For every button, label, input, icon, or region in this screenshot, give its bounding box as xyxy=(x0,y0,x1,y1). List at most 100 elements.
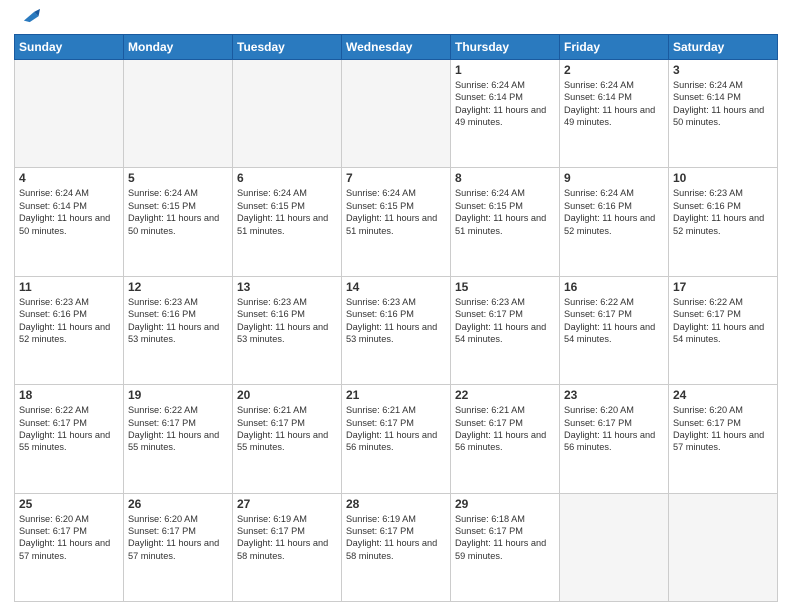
col-header-saturday: Saturday xyxy=(669,35,778,60)
day-number: 25 xyxy=(19,497,119,511)
day-cell: 26Sunrise: 6:20 AM Sunset: 6:17 PM Dayli… xyxy=(124,493,233,601)
page: SundayMondayTuesdayWednesdayThursdayFrid… xyxy=(0,0,792,612)
day-info: Sunrise: 6:22 AM Sunset: 6:17 PM Dayligh… xyxy=(128,404,228,454)
logo xyxy=(14,14,40,28)
day-number: 10 xyxy=(673,171,773,185)
day-cell: 23 Sunrise: 6:20 AM Sunset: 6:17 PM Dayli… xyxy=(560,385,669,493)
day-info: Sunrise: 6:24 AM Sunset: 6:15 PM Dayligh… xyxy=(237,187,337,237)
day-info: Sunrise: 6:23 AM Sunset: 6:16 PM Dayligh… xyxy=(128,296,228,346)
day-info: Sunrise: 6:18 AM Sunset: 6:17 PM Dayligh… xyxy=(455,513,555,563)
day-cell: 6 Sunrise: 6:24 AM Sunset: 6:15 PM Daylig… xyxy=(233,168,342,276)
day-number: 5 xyxy=(128,171,228,185)
day-cell: 22 Sunrise: 6:21 AM Sunset: 6:17 PM Dayli… xyxy=(451,385,560,493)
day-number: 8 xyxy=(455,171,555,185)
day-number: 22 xyxy=(455,388,555,402)
day-cell: 29 Sunrise: 6:18 AM Sunset: 6:17 PM Dayli… xyxy=(451,493,560,601)
day-number: 1 xyxy=(455,63,555,77)
day-cell: 27Sunrise: 6:19 AM Sunset: 6:17 PM Dayli… xyxy=(233,493,342,601)
day-info: Sunrise: 6:24 AM Sunset: 6:15 PM Dayligh… xyxy=(128,187,228,237)
day-cell: 15 Sunrise: 6:23 AM Sunset: 6:17 PM Dayli… xyxy=(451,276,560,384)
day-number: 24 xyxy=(673,388,773,402)
day-cell: 18Sunrise: 6:22 AM Sunset: 6:17 PM Dayli… xyxy=(15,385,124,493)
day-info: Sunrise: 6:24 AM Sunset: 6:14 PM Dayligh… xyxy=(455,79,555,129)
day-cell: 13 Sunrise: 6:23 AM Sunset: 6:16 PM Dayli… xyxy=(233,276,342,384)
day-number: 6 xyxy=(237,171,337,185)
week-row-5: 25 Sunrise: 6:20 AM Sunset: 6:17 PM Dayli… xyxy=(15,493,778,601)
day-cell xyxy=(15,60,124,168)
col-header-monday: Monday xyxy=(124,35,233,60)
day-info: Sunrise: 6:20 AM Sunset: 6:17 PM Dayligh… xyxy=(564,404,664,454)
day-info: Sunrise: 6:24 AM Sunset: 6:14 PM Dayligh… xyxy=(673,79,773,129)
day-number: 4 xyxy=(19,171,119,185)
day-info: Sunrise: 6:22 AM Sunset: 6:17 PM Dayligh… xyxy=(673,296,773,346)
day-number: 13 xyxy=(237,280,337,294)
day-number: 16 xyxy=(564,280,664,294)
col-header-thursday: Thursday xyxy=(451,35,560,60)
day-cell xyxy=(560,493,669,601)
day-cell: 7 Sunrise: 6:24 AM Sunset: 6:15 PM Daylig… xyxy=(342,168,451,276)
day-number: 9 xyxy=(564,171,664,185)
day-number: 29 xyxy=(455,497,555,511)
day-cell: 1 Sunrise: 6:24 AM Sunset: 6:14 PM Daylig… xyxy=(451,60,560,168)
day-number: 14 xyxy=(346,280,446,294)
day-info: Sunrise: 6:24 AM Sunset: 6:15 PM Dayligh… xyxy=(455,187,555,237)
day-cell: 11Sunrise: 6:23 AM Sunset: 6:16 PM Dayli… xyxy=(15,276,124,384)
day-info: Sunrise: 6:20 AM Sunset: 6:17 PM Dayligh… xyxy=(19,513,119,563)
day-number: 19 xyxy=(128,388,228,402)
day-info: Sunrise: 6:24 AM Sunset: 6:16 PM Dayligh… xyxy=(564,187,664,237)
day-cell: 4 Sunrise: 6:24 AM Sunset: 6:14 PM Daylig… xyxy=(15,168,124,276)
day-info: Sunrise: 6:23 AM Sunset: 6:16 PM Dayligh… xyxy=(237,296,337,346)
day-cell: 5 Sunrise: 6:24 AM Sunset: 6:15 PM Daylig… xyxy=(124,168,233,276)
day-info: Sunrise: 6:23 AM Sunset: 6:16 PM Dayligh… xyxy=(346,296,446,346)
day-cell: 14 Sunrise: 6:23 AM Sunset: 6:16 PM Dayli… xyxy=(342,276,451,384)
day-cell: 9 Sunrise: 6:24 AM Sunset: 6:16 PM Daylig… xyxy=(560,168,669,276)
day-number: 3 xyxy=(673,63,773,77)
day-cell: 12 Sunrise: 6:23 AM Sunset: 6:16 PM Dayli… xyxy=(124,276,233,384)
day-cell: 25 Sunrise: 6:20 AM Sunset: 6:17 PM Dayli… xyxy=(15,493,124,601)
day-info: Sunrise: 6:22 AM Sunset: 6:17 PM Dayligh… xyxy=(19,404,119,454)
col-header-friday: Friday xyxy=(560,35,669,60)
week-row-3: 11Sunrise: 6:23 AM Sunset: 6:16 PM Dayli… xyxy=(15,276,778,384)
day-info: Sunrise: 6:23 AM Sunset: 6:16 PM Dayligh… xyxy=(673,187,773,237)
day-cell: 17 Sunrise: 6:22 AM Sunset: 6:17 PM Dayli… xyxy=(669,276,778,384)
logo-bird-icon xyxy=(18,6,40,28)
col-header-tuesday: Tuesday xyxy=(233,35,342,60)
day-number: 7 xyxy=(346,171,446,185)
day-cell xyxy=(342,60,451,168)
col-header-sunday: Sunday xyxy=(15,35,124,60)
day-number: 21 xyxy=(346,388,446,402)
day-cell: 16Sunrise: 6:22 AM Sunset: 6:17 PM Dayli… xyxy=(560,276,669,384)
day-number: 15 xyxy=(455,280,555,294)
week-row-2: 4 Sunrise: 6:24 AM Sunset: 6:14 PM Daylig… xyxy=(15,168,778,276)
day-info: Sunrise: 6:21 AM Sunset: 6:17 PM Dayligh… xyxy=(346,404,446,454)
day-number: 17 xyxy=(673,280,773,294)
day-info: Sunrise: 6:20 AM Sunset: 6:17 PM Dayligh… xyxy=(673,404,773,454)
day-info: Sunrise: 6:23 AM Sunset: 6:17 PM Dayligh… xyxy=(455,296,555,346)
day-info: Sunrise: 6:20 AM Sunset: 6:17 PM Dayligh… xyxy=(128,513,228,563)
week-row-4: 18Sunrise: 6:22 AM Sunset: 6:17 PM Dayli… xyxy=(15,385,778,493)
day-cell: 8 Sunrise: 6:24 AM Sunset: 6:15 PM Daylig… xyxy=(451,168,560,276)
day-number: 20 xyxy=(237,388,337,402)
day-cell: 2Sunrise: 6:24 AM Sunset: 6:14 PM Daylig… xyxy=(560,60,669,168)
col-header-wednesday: Wednesday xyxy=(342,35,451,60)
day-number: 23 xyxy=(564,388,664,402)
day-cell: 10 Sunrise: 6:23 AM Sunset: 6:16 PM Dayli… xyxy=(669,168,778,276)
day-cell: 20 Sunrise: 6:21 AM Sunset: 6:17 PM Dayli… xyxy=(233,385,342,493)
day-info: Sunrise: 6:23 AM Sunset: 6:16 PM Dayligh… xyxy=(19,296,119,346)
day-number: 27 xyxy=(237,497,337,511)
day-cell xyxy=(233,60,342,168)
day-cell: 24 Sunrise: 6:20 AM Sunset: 6:17 PM Dayli… xyxy=(669,385,778,493)
day-number: 28 xyxy=(346,497,446,511)
day-info: Sunrise: 6:21 AM Sunset: 6:17 PM Dayligh… xyxy=(237,404,337,454)
day-cell: 21 Sunrise: 6:21 AM Sunset: 6:17 PM Dayli… xyxy=(342,385,451,493)
day-info: Sunrise: 6:21 AM Sunset: 6:17 PM Dayligh… xyxy=(455,404,555,454)
day-cell xyxy=(124,60,233,168)
day-cell: 28Sunrise: 6:19 AM Sunset: 6:17 PM Dayli… xyxy=(342,493,451,601)
day-number: 12 xyxy=(128,280,228,294)
calendar-table: SundayMondayTuesdayWednesdayThursdayFrid… xyxy=(14,34,778,602)
day-cell: 19 Sunrise: 6:22 AM Sunset: 6:17 PM Dayli… xyxy=(124,385,233,493)
header xyxy=(14,10,778,28)
day-info: Sunrise: 6:24 AM Sunset: 6:15 PM Dayligh… xyxy=(346,187,446,237)
day-cell: 3 Sunrise: 6:24 AM Sunset: 6:14 PM Daylig… xyxy=(669,60,778,168)
day-info: Sunrise: 6:24 AM Sunset: 6:14 PM Dayligh… xyxy=(19,187,119,237)
